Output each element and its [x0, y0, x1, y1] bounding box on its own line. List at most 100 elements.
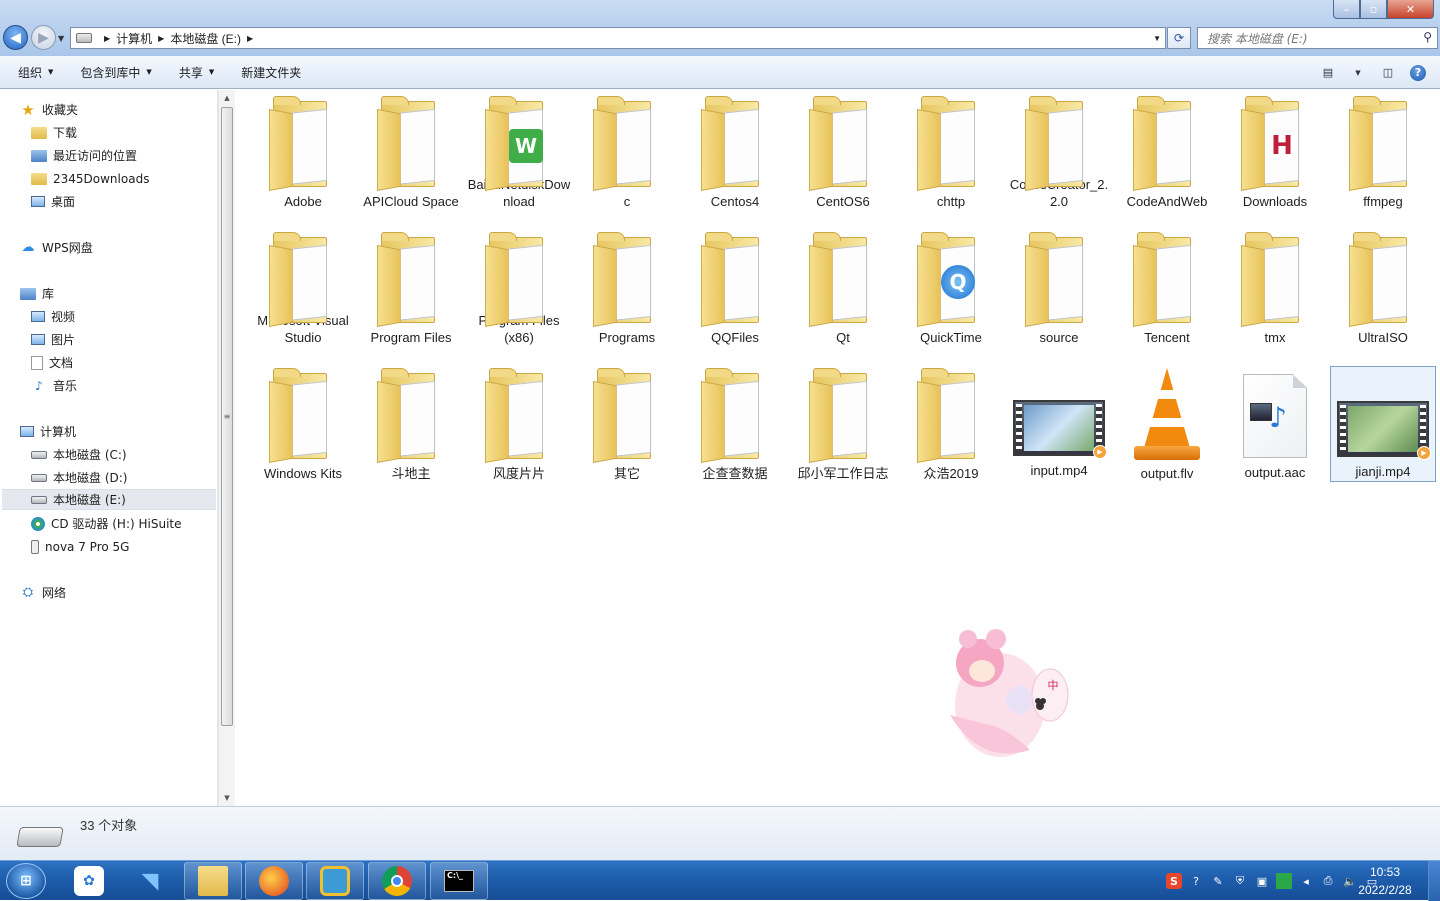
folder-item[interactable]: Adobe	[250, 94, 356, 210]
folder-item[interactable]: 邱小军工作日志	[790, 366, 896, 482]
folder-item[interactable]: c	[574, 94, 680, 210]
sogou-ime-icon[interactable]: S	[1166, 873, 1182, 889]
file-item[interactable]: ♪ output.aac	[1222, 366, 1328, 482]
navigation-scrollbar[interactable]: ▲ ≡ ▼	[218, 90, 235, 806]
nav-videos[interactable]: 视频	[31, 306, 75, 327]
include-library-menu[interactable]: 包含到库中 ▼	[71, 64, 160, 81]
nav-favorites[interactable]: ★ 收藏夹	[20, 99, 78, 120]
taskbar-app[interactable]	[306, 862, 364, 900]
nav-documents[interactable]: 文档	[31, 352, 73, 373]
folder-item[interactable]: 其它	[574, 366, 680, 482]
nav-wps-cloud[interactable]: ☁ WPS网盘	[20, 237, 93, 258]
folder-item[interactable]: UltraISO	[1330, 230, 1436, 346]
folder-item[interactable]: Microsoft Visual Studio	[250, 230, 356, 346]
back-button[interactable]: ◀	[3, 25, 28, 50]
clock[interactable]: 10:53 2022/2/28	[1350, 863, 1420, 899]
nav-libraries[interactable]: 库	[20, 283, 54, 304]
folder-item[interactable]: chttp	[898, 94, 1004, 210]
search-input[interactable]: 搜索 本地磁盘 (E:) ⚲	[1197, 27, 1438, 49]
nav-phone[interactable]: nova 7 Pro 5G	[31, 536, 129, 557]
scroll-down-icon[interactable]: ▼	[219, 790, 235, 806]
scroll-up-icon[interactable]: ▲	[219, 90, 235, 106]
preview-pane-icon[interactable]: ◫	[1380, 66, 1396, 80]
nav-drive-d[interactable]: 本地磁盘 (D:)	[31, 467, 127, 488]
mascot-sticker[interactable]: 中	[930, 625, 1070, 770]
chevron-right-icon[interactable]: ▶	[247, 34, 253, 43]
organize-menu[interactable]: 组织 ▼	[9, 64, 62, 81]
folder-item[interactable]: Programs	[574, 230, 680, 346]
refresh-button[interactable]: ⟳	[1167, 27, 1191, 49]
nav-desktop[interactable]: 桌面	[31, 191, 75, 212]
folder-item[interactable]: CentOS6	[790, 94, 896, 210]
folder-item[interactable]: Q QuickTime	[898, 230, 1004, 346]
green-app-icon[interactable]	[1276, 873, 1292, 889]
taskbar-firefox[interactable]	[245, 862, 303, 900]
security-icon[interactable]: ⛨	[1232, 873, 1248, 889]
chevron-right-icon[interactable]: ▶	[158, 34, 164, 43]
forward-button[interactable]: ▶	[31, 25, 56, 50]
file-item[interactable]: output.flv	[1114, 366, 1220, 482]
printer-icon[interactable]: ⎙	[1320, 873, 1336, 889]
show-desktop-button[interactable]	[1428, 861, 1440, 901]
folder-item[interactable]: source	[1006, 230, 1112, 346]
nav-computer[interactable]: 计算机	[20, 421, 76, 442]
music-icon: ♪	[35, 378, 43, 393]
breadcrumb-computer[interactable]: 计算机	[116, 30, 152, 47]
file-item[interactable]: ▶ input.mp4	[1006, 366, 1112, 482]
scrollbar-thumb[interactable]: ≡	[221, 107, 233, 726]
nav-drive-c[interactable]: 本地磁盘 (C:)	[31, 444, 127, 465]
folder-item[interactable]: Tencent	[1114, 230, 1220, 346]
nav-downloads[interactable]: 下载	[31, 122, 77, 143]
folder-item[interactable]: Windows Kits	[250, 366, 356, 482]
nav-recent-places[interactable]: 最近访问的位置	[31, 145, 137, 166]
speaker-mute-icon[interactable]: ◂	[1298, 873, 1314, 889]
maximize-button[interactable]: ▫	[1360, 0, 1387, 19]
view-dropdown-icon[interactable]: ▼	[1350, 66, 1366, 80]
view-options-icon[interactable]: ▤	[1320, 66, 1336, 80]
share-menu[interactable]: 共享 ▼	[170, 64, 223, 81]
chevron-right-icon[interactable]: ▶	[104, 34, 110, 43]
search-icon[interactable]: ⚲	[1423, 30, 1432, 44]
folder-item[interactable]: 众浩2019	[898, 366, 1004, 482]
folder-item[interactable]: WBaiduNetdiskDownload	[466, 94, 572, 210]
folder-item[interactable]: APICloud Space	[358, 94, 464, 210]
window-title-bar: – ▫ ✕ ◀ ▶ ▼ ▶ 计算机 ▶ 本地磁盘 (E:) ▶ ▼ ⟳ 搜索 本…	[0, 0, 1440, 56]
file-item[interactable]: ▶ jianji.mp4	[1330, 366, 1436, 482]
nav-pictures[interactable]: 图片	[31, 329, 75, 350]
folder-item[interactable]: Program Files (x86)	[466, 230, 572, 346]
close-button[interactable]: ✕	[1387, 0, 1434, 19]
folder-item[interactable]: QQFiles	[682, 230, 788, 346]
recent-pages-dropdown[interactable]: ▼	[58, 34, 64, 43]
device-icon[interactable]: ▣	[1254, 873, 1270, 889]
folder-item[interactable]: 风度片片	[466, 366, 572, 482]
nav-network[interactable]: ⛭ 网络	[20, 582, 66, 603]
minimize-button[interactable]: –	[1333, 0, 1360, 19]
folder-item[interactable]: tmx	[1222, 230, 1328, 346]
help-icon[interactable]: ?	[1410, 64, 1426, 81]
taskbar-cmd[interactable]: C:\_	[430, 862, 488, 900]
new-folder-button[interactable]: 新建文件夹	[232, 64, 310, 81]
nav-music[interactable]: ♪ 音乐	[31, 375, 77, 396]
folder-item[interactable]: CocosCreator_2.2.0	[1006, 94, 1112, 210]
start-button[interactable]: ⊞	[6, 863, 46, 899]
nav-cd-drive[interactable]: CD 驱动器 (H:) HiSuite	[31, 513, 182, 534]
taskbar-chrome[interactable]	[368, 862, 426, 900]
nav-drive-e[interactable]: 本地磁盘 (E:)	[2, 489, 216, 510]
folder-item[interactable]: ffmpeg	[1330, 94, 1436, 210]
nav-2345downloads[interactable]: 2345Downloads	[31, 168, 149, 189]
address-dropdown-icon[interactable]: ▼	[1153, 34, 1161, 43]
folder-item[interactable]: Qt	[790, 230, 896, 346]
folder-item[interactable]: Centos4	[682, 94, 788, 210]
folder-item[interactable]: H Downloads	[1222, 94, 1328, 210]
folder-item[interactable]: CodeAndWeb	[1114, 94, 1220, 210]
folder-item[interactable]: 企查查数据	[682, 366, 788, 482]
taskbar-explorer[interactable]	[184, 862, 242, 900]
pen-icon[interactable]: ✎	[1210, 873, 1226, 889]
breadcrumb-drive-e[interactable]: 本地磁盘 (E:)	[170, 30, 241, 47]
taskbar-dolphin-app[interactable]: ◥	[121, 862, 179, 900]
address-bar[interactable]: ▶ 计算机 ▶ 本地磁盘 (E:) ▶ ▼	[70, 27, 1166, 49]
folder-item[interactable]: 斗地主	[358, 366, 464, 482]
help-icon[interactable]: ?	[1188, 873, 1204, 889]
taskbar-baidu-netdisk[interactable]: ✿	[60, 862, 118, 900]
folder-item[interactable]: Program Files	[358, 230, 464, 346]
